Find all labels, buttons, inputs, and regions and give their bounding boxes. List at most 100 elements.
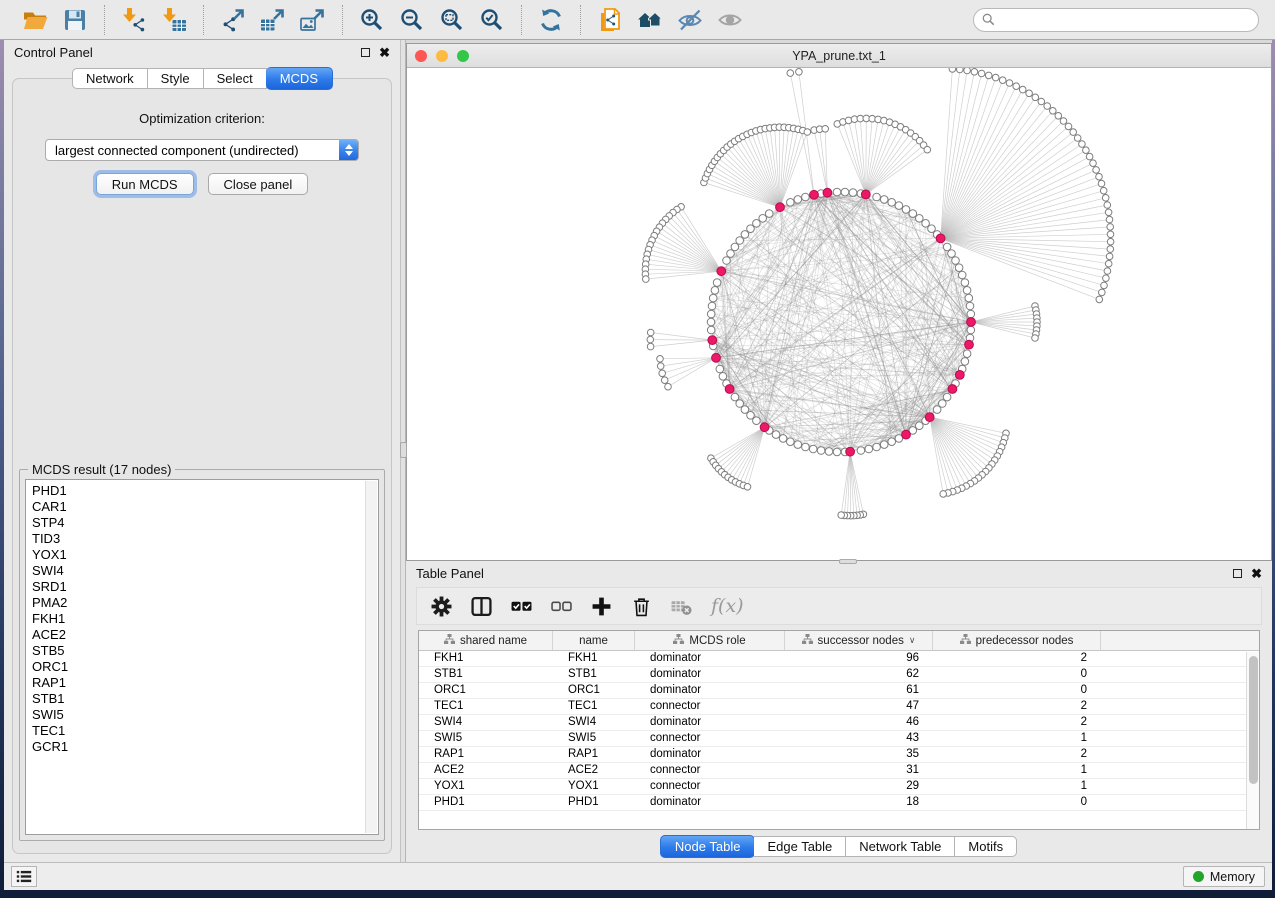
table-splitter-grip[interactable] bbox=[839, 559, 857, 564]
mcds-result-item[interactable]: CAR1 bbox=[32, 499, 378, 515]
network-node[interactable] bbox=[833, 448, 841, 456]
network-node[interactable] bbox=[707, 326, 715, 334]
network-hub-node[interactable] bbox=[925, 413, 934, 422]
zoom-in-icon[interactable] bbox=[355, 4, 389, 36]
network-node[interactable] bbox=[849, 189, 857, 197]
network-node[interactable] bbox=[952, 257, 960, 265]
network-node[interactable] bbox=[961, 279, 969, 287]
network-hub-node[interactable] bbox=[810, 190, 819, 199]
run-mcds-button[interactable]: Run MCDS bbox=[96, 173, 194, 195]
table-row[interactable]: SWI4SWI4dominator462 bbox=[419, 715, 1259, 731]
cell-MCDS-role[interactable]: dominator bbox=[635, 795, 785, 810]
mcds-list-scrollbar[interactable] bbox=[365, 481, 377, 833]
network-hub-node[interactable] bbox=[776, 203, 785, 212]
network-leaf-node[interactable] bbox=[796, 69, 803, 76]
float-table-panel-icon[interactable] bbox=[1233, 569, 1242, 578]
close-table-panel-icon[interactable]: ✖ bbox=[1251, 567, 1262, 580]
cell-successor-nodes[interactable]: 47 bbox=[785, 699, 933, 714]
network-hub-node[interactable] bbox=[712, 353, 721, 362]
cell-MCDS-role[interactable]: connector bbox=[635, 779, 785, 794]
network-node[interactable] bbox=[857, 447, 865, 455]
network-leaf-node[interactable] bbox=[999, 77, 1006, 84]
delete-column-icon[interactable] bbox=[631, 596, 652, 617]
network-leaf-node[interactable] bbox=[992, 74, 999, 81]
network-leaf-node[interactable] bbox=[657, 363, 664, 370]
network-node[interactable] bbox=[787, 438, 795, 446]
network-overview-icon[interactable] bbox=[633, 4, 667, 36]
network-node[interactable] bbox=[880, 196, 888, 204]
network-node[interactable] bbox=[909, 210, 917, 218]
cell-successor-nodes[interactable]: 35 bbox=[785, 747, 933, 762]
mcds-result-item[interactable]: SWI4 bbox=[32, 563, 378, 579]
network-leaf-node[interactable] bbox=[647, 329, 654, 336]
cell-name[interactable]: RAP1 bbox=[553, 747, 635, 762]
export-table-icon[interactable] bbox=[256, 4, 290, 36]
cell-name[interactable]: YOX1 bbox=[553, 779, 635, 794]
network-leaf-node[interactable] bbox=[1019, 86, 1026, 93]
memory-button[interactable]: Memory bbox=[1183, 866, 1265, 887]
network-leaf-node[interactable] bbox=[1107, 238, 1114, 245]
network-leaf-node[interactable] bbox=[744, 484, 751, 491]
network-leaf-node[interactable] bbox=[822, 126, 829, 133]
network-hub-node[interactable] bbox=[967, 318, 976, 327]
network-node[interactable] bbox=[753, 417, 761, 425]
mcds-result-item[interactable]: PHD1 bbox=[32, 483, 378, 499]
tab-network[interactable]: Network bbox=[72, 68, 148, 89]
network-node[interactable] bbox=[707, 318, 715, 326]
cell-successor-nodes[interactable]: 31 bbox=[785, 763, 933, 778]
cell-name[interactable]: SWI5 bbox=[553, 731, 635, 746]
network-leaf-node[interactable] bbox=[1100, 187, 1107, 194]
cell-MCDS-role[interactable]: dominator bbox=[635, 651, 785, 666]
network-hub-node[interactable] bbox=[965, 340, 974, 349]
network-node[interactable] bbox=[802, 443, 810, 451]
network-leaf-node[interactable] bbox=[1104, 202, 1111, 209]
cell-successor-nodes[interactable]: 61 bbox=[785, 683, 933, 698]
network-node[interactable] bbox=[943, 243, 951, 251]
network-node[interactable] bbox=[966, 302, 974, 310]
network-node[interactable] bbox=[779, 435, 787, 443]
mcds-result-item[interactable]: YOX1 bbox=[32, 547, 378, 563]
cell-successor-nodes[interactable]: 62 bbox=[785, 667, 933, 682]
tab-select[interactable]: Select bbox=[204, 68, 267, 89]
cell-shared-name[interactable]: STB1 bbox=[419, 667, 553, 682]
network-node[interactable] bbox=[709, 294, 717, 302]
network-leaf-node[interactable] bbox=[1032, 335, 1039, 342]
select-all-icon[interactable] bbox=[511, 596, 532, 617]
network-leaf-node[interactable] bbox=[1006, 80, 1013, 87]
network-leaf-node[interactable] bbox=[924, 146, 931, 153]
cell-name[interactable]: TEC1 bbox=[553, 699, 635, 714]
mcds-result-item[interactable]: PMA2 bbox=[32, 595, 378, 611]
cell-MCDS-role[interactable]: dominator bbox=[635, 715, 785, 730]
network-node[interactable] bbox=[965, 294, 973, 302]
network-leaf-node[interactable] bbox=[838, 512, 845, 519]
table-settings-icon[interactable] bbox=[431, 596, 452, 617]
network-node[interactable] bbox=[967, 326, 975, 334]
cell-successor-nodes[interactable]: 43 bbox=[785, 731, 933, 746]
splitter-grip[interactable] bbox=[400, 442, 407, 458]
network-leaf-node[interactable] bbox=[1105, 209, 1112, 216]
network-node[interactable] bbox=[772, 431, 780, 439]
optimization-criterion-select[interactable]: largest connected component (undirected) bbox=[45, 139, 359, 161]
add-column-icon[interactable] bbox=[591, 596, 612, 617]
network-leaf-node[interactable] bbox=[1050, 108, 1057, 115]
cell-name[interactable]: FKH1 bbox=[553, 651, 635, 666]
cell-predecessor-nodes[interactable]: 2 bbox=[933, 715, 1101, 730]
network-node[interactable] bbox=[736, 237, 744, 245]
network-node[interactable] bbox=[922, 220, 930, 228]
network-leaf-node[interactable] bbox=[957, 68, 964, 73]
network-leaf-node[interactable] bbox=[1106, 216, 1113, 223]
close-panel-button[interactable]: Close panel bbox=[208, 173, 309, 195]
column-header-successor-nodes[interactable]: successor nodes∨ bbox=[785, 631, 933, 650]
network-node[interactable] bbox=[833, 188, 841, 196]
network-leaf-node[interactable] bbox=[804, 129, 811, 136]
cell-MCDS-role[interactable]: connector bbox=[635, 731, 785, 746]
network-node[interactable] bbox=[961, 358, 969, 366]
tab-node-table[interactable]: Node Table bbox=[660, 835, 756, 858]
network-leaf-node[interactable] bbox=[647, 336, 654, 343]
network-leaf-node[interactable] bbox=[1070, 129, 1077, 136]
network-leaf-node[interactable] bbox=[1086, 153, 1093, 160]
network-leaf-node[interactable] bbox=[1013, 83, 1020, 90]
mcds-result-item[interactable]: STB5 bbox=[32, 643, 378, 659]
column-header-name[interactable]: name bbox=[553, 631, 635, 650]
cell-shared-name[interactable]: TEC1 bbox=[419, 699, 553, 714]
